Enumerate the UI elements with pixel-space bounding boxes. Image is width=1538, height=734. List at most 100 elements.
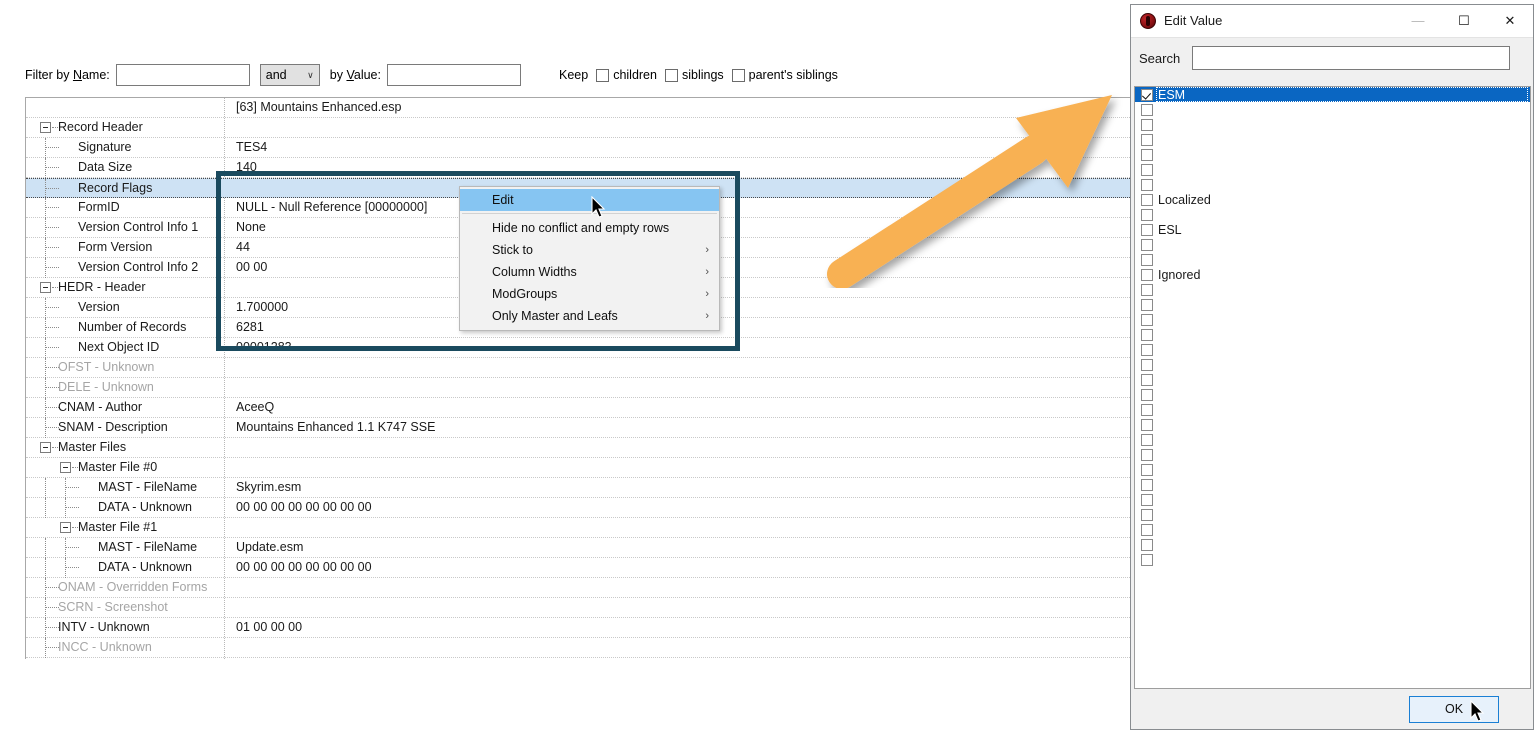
checkbox-icon[interactable] bbox=[1141, 193, 1153, 206]
maximize-button[interactable]: ☐ bbox=[1441, 5, 1487, 36]
flag-list-item[interactable] bbox=[1135, 102, 1530, 117]
flag-list-item[interactable] bbox=[1135, 462, 1530, 477]
grid-row[interactable]: INTV - Unknown 01 00 00 00 bbox=[26, 618, 1130, 638]
flag-list-item[interactable] bbox=[1135, 447, 1530, 462]
flag-list-item[interactable] bbox=[1135, 492, 1530, 507]
context-menu-item[interactable]: Edit bbox=[460, 189, 719, 211]
checkbox-icon[interactable] bbox=[1141, 208, 1153, 221]
checkbox-icon[interactable] bbox=[1141, 118, 1153, 131]
flag-list-item[interactable] bbox=[1135, 417, 1530, 432]
grid-row[interactable]: [63] Mountains Enhanced.esp bbox=[26, 98, 1130, 118]
search-input[interactable] bbox=[1192, 46, 1511, 70]
checkbox-icon[interactable] bbox=[1141, 553, 1153, 566]
checkbox-icon[interactable] bbox=[1141, 403, 1153, 416]
grid-row[interactable]: OFST - Unknown bbox=[26, 358, 1130, 378]
checkbox-icon[interactable] bbox=[1141, 268, 1153, 281]
flag-list-item[interactable] bbox=[1135, 477, 1530, 492]
grid-row[interactable]: ONAM - Overridden Forms bbox=[26, 578, 1130, 598]
flag-list-item[interactable] bbox=[1135, 357, 1530, 372]
checkbox-icon[interactable] bbox=[1141, 88, 1153, 101]
checkbox-icon[interactable] bbox=[1141, 298, 1153, 311]
flag-list-item[interactable] bbox=[1135, 372, 1530, 387]
flag-list-item[interactable] bbox=[1135, 297, 1530, 312]
keep-parents-siblings-checkbox[interactable]: parent's siblings bbox=[731, 68, 838, 82]
context-menu-item[interactable]: Hide no conflict and empty rows bbox=[460, 217, 719, 239]
grid-row[interactable]: MAST - FileName Update.esm bbox=[26, 538, 1130, 558]
flag-list-item[interactable] bbox=[1135, 537, 1530, 552]
flag-list-item[interactable]: ESL bbox=[1135, 222, 1530, 237]
flag-list-item[interactable] bbox=[1135, 312, 1530, 327]
flag-list-item[interactable] bbox=[1135, 162, 1530, 177]
filter-value-input[interactable] bbox=[386, 64, 521, 86]
grid-row[interactable]: Record Header bbox=[26, 118, 1130, 138]
context-menu-item[interactable]: ModGroups › bbox=[460, 283, 719, 305]
context-menu-item[interactable]: Column Widths › bbox=[460, 261, 719, 283]
checkbox-icon[interactable] bbox=[1141, 538, 1153, 551]
flag-list-item[interactable] bbox=[1135, 507, 1530, 522]
checkbox-icon[interactable] bbox=[1141, 328, 1153, 341]
checkbox-icon[interactable] bbox=[1141, 463, 1153, 476]
grid-row[interactable]: CNAM - Author AceeQ bbox=[26, 398, 1130, 418]
checkbox-icon[interactable] bbox=[1141, 238, 1153, 251]
flag-list-item[interactable] bbox=[1135, 132, 1530, 147]
close-button[interactable]: ✕ bbox=[1487, 5, 1533, 36]
flag-checkbox-list[interactable]: ESM Localized ESL Ignored bbox=[1134, 86, 1531, 689]
flag-list-item[interactable] bbox=[1135, 282, 1530, 297]
flag-list-item[interactable] bbox=[1135, 402, 1530, 417]
checkbox-icon[interactable] bbox=[1141, 313, 1153, 326]
checkbox-icon[interactable] bbox=[1141, 373, 1153, 386]
dialog-titlebar[interactable]: Edit Value — ☐ ✕ bbox=[1131, 5, 1533, 38]
grid-row[interactable]: DELE - Unknown bbox=[26, 378, 1130, 398]
grid-row[interactable]: Signature TES4 bbox=[26, 138, 1130, 158]
checkbox-icon[interactable] bbox=[1141, 388, 1153, 401]
minimize-button[interactable]: — bbox=[1395, 5, 1441, 36]
context-menu[interactable]: Edit Hide no conflict and empty rows Stick… bbox=[459, 186, 720, 331]
flag-list-item[interactable] bbox=[1135, 327, 1530, 342]
checkbox-icon[interactable] bbox=[1141, 478, 1153, 491]
flag-list-item[interactable] bbox=[1135, 552, 1530, 567]
grid-row[interactable]: Master Files bbox=[26, 438, 1130, 458]
grid-row[interactable]: DATA - Unknown 00 00 00 00 00 00 00 00 bbox=[26, 498, 1130, 518]
grid-row[interactable]: Next Object ID 00001283 bbox=[26, 338, 1130, 358]
checkbox-icon[interactable] bbox=[1141, 448, 1153, 461]
checkbox-icon[interactable] bbox=[1141, 343, 1153, 356]
checkbox-icon[interactable] bbox=[1141, 358, 1153, 371]
flag-list-item[interactable] bbox=[1135, 342, 1530, 357]
flag-list-item[interactable] bbox=[1135, 522, 1530, 537]
checkbox-icon[interactable] bbox=[1141, 148, 1153, 161]
grid-row[interactable]: Data Size 140 bbox=[26, 158, 1130, 178]
grid-row[interactable]: Master File #1 bbox=[26, 518, 1130, 538]
checkbox-icon[interactable] bbox=[1141, 493, 1153, 506]
flag-list-item[interactable] bbox=[1135, 207, 1530, 222]
filter-operator-select[interactable]: and ∨ bbox=[259, 64, 320, 86]
grid-row[interactable]: Master File #0 bbox=[26, 458, 1130, 478]
checkbox-icon[interactable] bbox=[1141, 223, 1153, 236]
grid-row[interactable]: DATA - Unknown 00 00 00 00 00 00 00 00 bbox=[26, 558, 1130, 578]
flag-list-item[interactable]: Ignored bbox=[1135, 267, 1530, 282]
keep-siblings-checkbox[interactable]: siblings bbox=[664, 68, 724, 82]
flag-list-item[interactable] bbox=[1135, 432, 1530, 447]
flag-list-item[interactable] bbox=[1135, 387, 1530, 402]
grid-row[interactable]: INCC - Unknown bbox=[26, 638, 1130, 658]
checkbox-icon[interactable] bbox=[1141, 178, 1153, 191]
keep-children-checkbox[interactable]: children bbox=[596, 68, 657, 82]
checkbox-icon[interactable] bbox=[1141, 508, 1153, 521]
checkbox-icon[interactable] bbox=[1141, 133, 1153, 146]
checkbox-icon[interactable] bbox=[1141, 283, 1153, 296]
checkbox-icon[interactable] bbox=[1141, 433, 1153, 446]
checkbox-icon[interactable] bbox=[1141, 523, 1153, 536]
grid-row[interactable]: MAST - FileName Skyrim.esm bbox=[26, 478, 1130, 498]
flag-list-item[interactable] bbox=[1135, 147, 1530, 162]
flag-list-item[interactable] bbox=[1135, 237, 1530, 252]
flag-list-item[interactable] bbox=[1135, 177, 1530, 192]
checkbox-icon[interactable] bbox=[1141, 163, 1153, 176]
flag-list-item[interactable] bbox=[1135, 117, 1530, 132]
grid-row[interactable]: SCRN - Screenshot bbox=[26, 598, 1130, 618]
checkbox-icon[interactable] bbox=[1141, 253, 1153, 266]
flag-list-item[interactable]: Localized bbox=[1135, 192, 1530, 207]
grid-row[interactable]: SNAM - Description Mountains Enhanced 1.1… bbox=[26, 418, 1130, 438]
record-grid[interactable]: [63] Mountains Enhanced.esp Record Header… bbox=[25, 97, 1130, 659]
checkbox-icon[interactable] bbox=[1141, 103, 1153, 116]
context-menu-item[interactable]: Stick to › bbox=[460, 239, 719, 261]
flag-list-item[interactable]: ESM bbox=[1135, 87, 1530, 102]
